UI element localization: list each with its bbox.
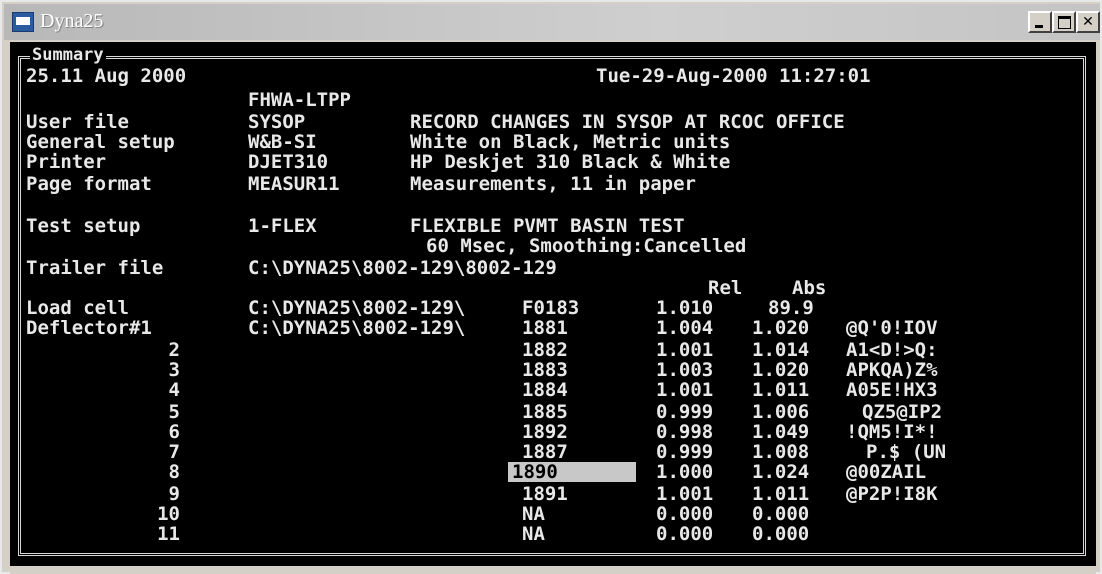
- datetime-text: Tue-29-Aug-2000 11:27:01: [596, 65, 871, 87]
- test-setup-desc: FLEXIBLE PVMT BASIN TEST: [410, 215, 685, 237]
- deflector-2-label: 2: [168, 339, 180, 361]
- deflector-1-serial: 1881: [522, 317, 568, 339]
- deflector-8-rel: 1.000: [656, 461, 714, 483]
- deflector-11-serial: NA: [522, 523, 545, 545]
- deflector-2-abs: 1.014: [752, 339, 810, 361]
- deflector-6-abs: 1.049: [752, 421, 810, 443]
- deflector-3-rel: 1.003: [656, 359, 714, 381]
- deflector-3-label: 3: [168, 359, 180, 381]
- deflector-10-rel: 0.000: [656, 503, 714, 525]
- trailer-file-label: Trailer file: [26, 257, 164, 279]
- test-setup-desc2: 60 Msec, Smoothing:Cancelled: [426, 235, 747, 257]
- deflector-1-label: Deflector#1: [26, 317, 152, 339]
- deflector-1-abs: 1.020: [752, 317, 810, 339]
- deflector-7-label: 7: [168, 441, 180, 463]
- deflector-7-rel: 0.999: [656, 441, 714, 463]
- deflector-4-serial: 1884: [522, 379, 568, 401]
- deflector-2-serial: 1882: [522, 339, 568, 361]
- deflector-9-serial: 1891: [522, 483, 568, 505]
- deflector-10-serial: NA: [522, 503, 545, 525]
- deflector-3-abs: 1.020: [752, 359, 810, 381]
- deflector-7-code: P.$ (UN: [866, 441, 947, 463]
- user-file-label: User file: [26, 111, 129, 133]
- load-cell-path: C:\DYNA25\8002-129\: [248, 297, 466, 319]
- org-text: FHWA-LTPP: [248, 89, 351, 111]
- version-text: 25.11 Aug 2000: [26, 65, 187, 87]
- deflector-4-rel: 1.001: [656, 379, 714, 401]
- deflector-4-abs: 1.011: [752, 379, 810, 401]
- printer-desc: HP Deskjet 310 Black & White: [410, 151, 731, 173]
- deflector-6-rel: 0.998: [656, 421, 714, 443]
- deflector-8-code: @00ZAIL: [846, 461, 927, 483]
- deflector-9-rel: 1.001: [656, 483, 714, 505]
- horizontal-scrollbar[interactable]: [10, 568, 1096, 574]
- test-setup-label: Test setup: [26, 215, 141, 237]
- deflector-5-label: 5: [168, 401, 180, 423]
- trailer-file-path: C:\DYNA25\8002-129\8002-129: [248, 257, 557, 279]
- test-setup-code: 1-FLEX: [248, 215, 317, 237]
- summary-label: Summary: [30, 45, 106, 65]
- deflector-9-abs: 1.011: [752, 483, 810, 505]
- deflector-11-label: 11: [157, 523, 180, 545]
- user-file-desc: RECORD CHANGES IN SYSOP AT RCOC OFFICE: [410, 111, 845, 133]
- general-setup-desc: White on Black, Metric units: [410, 131, 731, 153]
- abs-header: Abs: [792, 277, 827, 299]
- page-format-label: Page format: [26, 173, 152, 195]
- deflector-5-serial: 1885: [522, 401, 568, 423]
- rel-header: Rel: [708, 277, 743, 299]
- printer-label: Printer: [26, 151, 107, 173]
- deflector-9-label: 9: [168, 483, 180, 505]
- deflector-5-rel: 0.999: [656, 401, 714, 423]
- deflector-3-code: APKQA)Z%: [846, 359, 938, 381]
- deflector-1-path: C:\DYNA25\8002-129\: [248, 317, 466, 339]
- general-setup-label: General setup: [26, 131, 175, 153]
- dyna25-window: Dyna25 ✕ Summary 25.11 Aug 2000 Tue-29-A…: [0, 0, 1102, 574]
- deflector-11-abs: 0.000: [752, 523, 810, 545]
- deflector-9-code: @P2P!I8K: [846, 483, 938, 505]
- deflector-6-serial: 1892: [522, 421, 568, 443]
- deflector-8-label: 8: [168, 461, 180, 483]
- deflector-7-serial: 1887: [522, 441, 568, 463]
- load-cell-label: Load cell: [26, 297, 129, 319]
- deflector-5-code: QZ5@IP2: [862, 401, 943, 423]
- maximize-button[interactable]: [1052, 11, 1076, 33]
- deflector-2-code: A1<D!>Q:: [846, 339, 938, 361]
- deflector-2-rel: 1.001: [656, 339, 714, 361]
- deflector-4-code: A05E!HX3: [846, 379, 938, 401]
- load-cell-rel: 1.010: [656, 297, 714, 319]
- console-screen[interactable]: Summary 25.11 Aug 2000 Tue-29-Aug-2000 1…: [10, 42, 1096, 566]
- deflector-4-label: 4: [168, 379, 180, 401]
- deflector-5-abs: 1.006: [752, 401, 810, 423]
- page-format-desc: Measurements, 11 in paper: [410, 173, 696, 195]
- deflector-11-rel: 0.000: [656, 523, 714, 545]
- close-button[interactable]: ✕: [1076, 11, 1100, 33]
- deflector-10-abs: 0.000: [752, 503, 810, 525]
- deflector-3-serial: 1883: [522, 359, 568, 381]
- window-title: Dyna25: [40, 10, 104, 32]
- general-setup-code: W&B-SI: [248, 131, 317, 153]
- load-cell-serial: F0183: [522, 297, 580, 319]
- deflector-8-serial-selected[interactable]: 1890: [508, 462, 636, 482]
- deflector-8-abs: 1.024: [752, 461, 810, 483]
- title-bar[interactable]: Dyna25 ✕: [4, 4, 1100, 40]
- deflector-7-abs: 1.008: [752, 441, 810, 463]
- deflector-1-code: @Q'0!IOV: [846, 317, 938, 339]
- printer-code: DJET310: [248, 151, 329, 173]
- page-format-code: MEASUR11: [248, 173, 340, 195]
- load-cell-abs: 89.9: [768, 297, 814, 319]
- deflector-6-code: !QM5!I*!: [846, 421, 938, 443]
- minimize-button[interactable]: [1028, 11, 1052, 33]
- deflector-10-label: 10: [157, 503, 180, 525]
- user-file-code: SYSOP: [248, 111, 306, 133]
- console-app-icon[interactable]: [12, 12, 34, 32]
- deflector-6-label: 6: [168, 421, 180, 443]
- deflector-1-rel: 1.004: [656, 317, 714, 339]
